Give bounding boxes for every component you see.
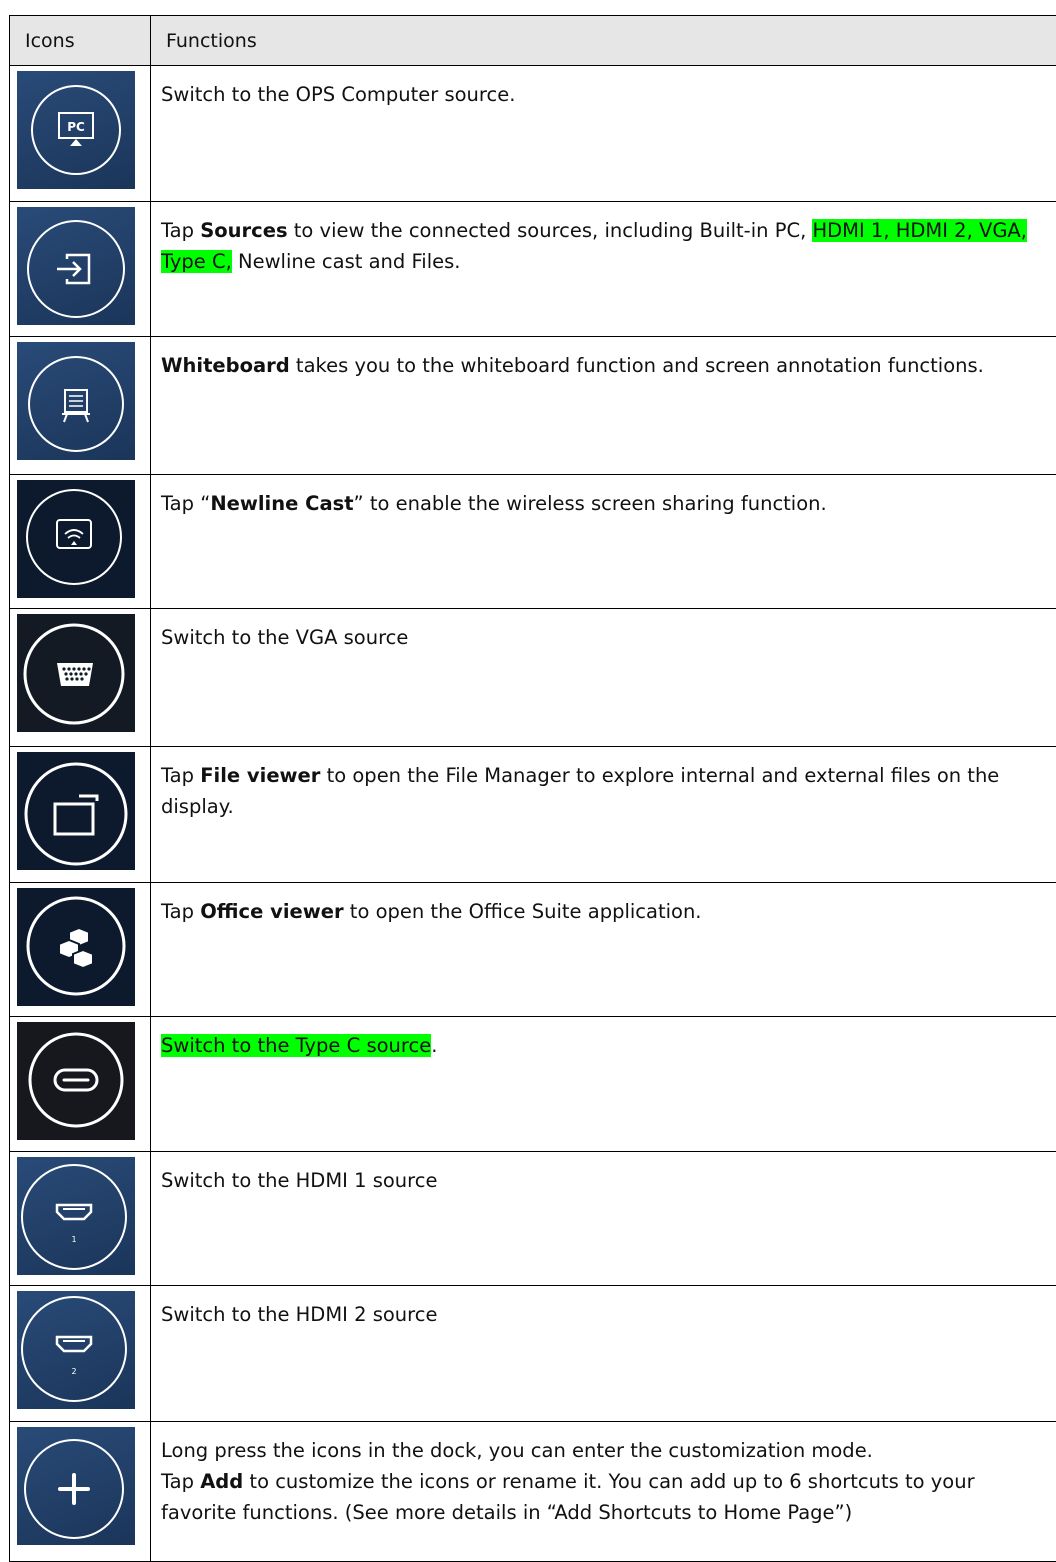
table-row: Tap Sources to view the connected source… bbox=[10, 202, 1056, 337]
text-segment: Switch to the VGA source bbox=[161, 626, 408, 649]
icon-cell bbox=[10, 747, 151, 883]
table-row: Long press the icons in the dock, you ca… bbox=[10, 1422, 1056, 1562]
text-segment: to customize the icons or rename it. You… bbox=[161, 1470, 975, 1524]
text-segment: Tap “ bbox=[161, 492, 210, 515]
bold-term: Newline Cast bbox=[210, 492, 353, 515]
pc-icon: PC bbox=[17, 71, 135, 189]
icon-cell bbox=[10, 609, 151, 747]
hdmi-2-icon: 2 bbox=[17, 1291, 135, 1409]
function-description: Whiteboard takes you to the whiteboard f… bbox=[151, 337, 1056, 475]
text-segment: Long press the icons in the dock, you ca… bbox=[161, 1439, 873, 1462]
table-row: PC Switch to the OPS Computer source. bbox=[10, 66, 1056, 202]
vga-port-icon bbox=[17, 614, 135, 732]
bold-term: Sources bbox=[200, 219, 287, 242]
bold-term: Whiteboard bbox=[161, 354, 290, 377]
function-description: Tap “Newline Cast” to enable the wireles… bbox=[151, 475, 1056, 609]
svg-text:PC: PC bbox=[67, 120, 85, 134]
text-segment: Tap bbox=[161, 900, 200, 923]
highlighted-text: Switch to the Type C source bbox=[161, 1034, 431, 1057]
icon-cell bbox=[10, 1422, 151, 1562]
hdmi-1-icon: 1 bbox=[17, 1157, 135, 1275]
header-row: Icons Functions bbox=[10, 16, 1056, 66]
table-row: Tap File viewer to open the File Manager… bbox=[10, 747, 1056, 883]
text-segment: Tap bbox=[161, 764, 200, 787]
type-c-icon bbox=[17, 1022, 135, 1140]
table-row: Tap Office viewer to open the Office Sui… bbox=[10, 883, 1056, 1017]
text-segment: Switch to the HDMI 1 source bbox=[161, 1169, 437, 1192]
icon-cell bbox=[10, 337, 151, 475]
header-icons: Icons bbox=[10, 16, 151, 66]
bold-term: Add bbox=[200, 1470, 243, 1493]
function-description: Tap Office viewer to open the Office Sui… bbox=[151, 883, 1056, 1017]
function-description: Switch to the OPS Computer source. bbox=[151, 66, 1056, 202]
add-shortcut-icon bbox=[17, 1427, 135, 1545]
text-segment: Tap bbox=[161, 1470, 200, 1493]
function-description: Tap File viewer to open the File Manager… bbox=[151, 747, 1056, 883]
icon-cell bbox=[10, 883, 151, 1017]
icon-cell bbox=[10, 475, 151, 609]
bold-term: Office viewer bbox=[200, 900, 343, 923]
bold-term: File viewer bbox=[200, 764, 320, 787]
icon-cell bbox=[10, 1017, 151, 1152]
function-description: Long press the icons in the dock, you ca… bbox=[151, 1422, 1056, 1562]
whiteboard-icon bbox=[17, 342, 135, 460]
table-row: 1 Switch to the HDMI 1 source bbox=[10, 1152, 1056, 1286]
table-row: Switch to the VGA source bbox=[10, 609, 1056, 747]
text-segment: Switch to the HDMI 2 source bbox=[161, 1303, 437, 1326]
icon-cell: 1 bbox=[10, 1152, 151, 1286]
sources-input-icon bbox=[17, 207, 135, 325]
table-row: Whiteboard takes you to the whiteboard f… bbox=[10, 337, 1056, 475]
text-segment: to view the connected sources, including… bbox=[288, 219, 813, 242]
cast-icon bbox=[17, 480, 135, 598]
function-description: Switch to the HDMI 2 source bbox=[151, 1286, 1056, 1422]
hdmi-2-badge: 2 bbox=[71, 1367, 76, 1376]
icon-cell: 2 bbox=[10, 1286, 151, 1422]
file-viewer-icon bbox=[17, 752, 135, 870]
function-description: Switch to the VGA source bbox=[151, 609, 1056, 747]
icons-functions-table: Icons Functions PC Switch to the OPS Com… bbox=[9, 15, 1056, 1562]
text-segment: ” to enable the wireless screen sharing … bbox=[354, 492, 827, 515]
office-viewer-icon bbox=[17, 888, 135, 1006]
text-segment: Switch to the OPS Computer source. bbox=[161, 83, 515, 106]
table-row: 2 Switch to the HDMI 2 source bbox=[10, 1286, 1056, 1422]
text-segment: takes you to the whiteboard function and… bbox=[290, 354, 984, 377]
text-segment: Tap bbox=[161, 219, 200, 242]
hdmi-1-badge: 1 bbox=[71, 1235, 76, 1244]
text-segment: to open the Office Suite application. bbox=[344, 900, 702, 923]
table-row: Switch to the Type C source. bbox=[10, 1017, 1056, 1152]
function-description: Switch to the HDMI 1 source bbox=[151, 1152, 1056, 1286]
table-row: Tap “Newline Cast” to enable the wireles… bbox=[10, 475, 1056, 609]
icon-cell: PC bbox=[10, 66, 151, 202]
text-segment: Newline cast and Files. bbox=[232, 250, 461, 273]
function-description: Switch to the Type C source. bbox=[151, 1017, 1056, 1152]
icon-cell bbox=[10, 202, 151, 337]
header-functions: Functions bbox=[151, 16, 1056, 66]
text-segment: . bbox=[431, 1034, 437, 1057]
function-description: Tap Sources to view the connected source… bbox=[151, 202, 1056, 337]
